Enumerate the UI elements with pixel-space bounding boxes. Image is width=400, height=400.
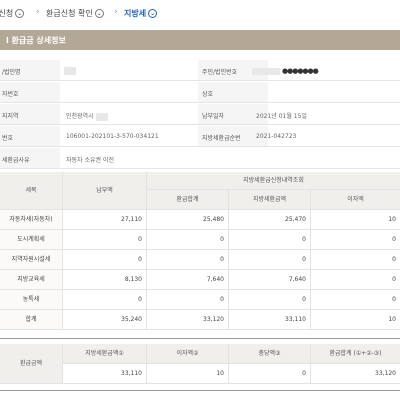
addr-value: 인천광역시 <box>66 111 108 121</box>
table-cell-total: 0 <box>146 290 228 310</box>
refund-summary-table: 환급금액 지방세환급액① 이자액② 충당액③ 환급합계 (①+②-③) 33,1… <box>0 344 400 386</box>
chevron-down-icon[interactable]: ⌄ <box>94 9 104 18</box>
table-cell-name: 도시계획세 <box>0 230 62 250</box>
table-cell-name: 합계 <box>0 310 62 330</box>
divider <box>0 390 400 391</box>
summary-value-offset: 0 <box>228 364 310 384</box>
table-cell-interest: 0 <box>310 230 400 250</box>
breadcrumb-item-refund-check[interactable]: 환급신청 확인 ⌄ <box>46 8 104 19</box>
table-cell-total: 0 <box>146 250 228 270</box>
table-cell-interest: 0 <box>310 270 400 290</box>
refund-detail-table: 세목 납부액 지방세환급신청내역조회 환급합계 지방세환급액 이자액 자동차세(… <box>0 172 400 334</box>
table-cell-local: 25,470 <box>228 210 310 230</box>
reason-label: 세환급사유 <box>2 157 30 164</box>
info-row-reason: 세환급사유 자동차 소유권 이전 <box>0 148 400 169</box>
chevron-down-icon[interactable]: ⌄ <box>148 9 158 18</box>
col-total-header: 환급합계 <box>146 190 228 210</box>
summary-value-total: 33,120 <box>310 364 400 384</box>
summary-header-total: 환급합계 (①+②-③) <box>310 344 400 364</box>
col-local-header: 지방세환급액 <box>228 190 310 210</box>
col-tax-header: 세목 <box>0 172 62 210</box>
chevron-right-icon: › <box>36 7 40 17</box>
biz-label: 자번호 <box>2 91 19 98</box>
section-header-bar: l 환급금 상세정보 <box>0 30 400 50</box>
info-row-address: 지지역 인천광역시 납부일자 2021년 01월 15일 <box>0 104 400 125</box>
table-cell-name: 지방교육세 <box>0 270 62 290</box>
breadcrumb-item-local-tax[interactable]: 지방세 ⌄ <box>124 8 158 19</box>
trade-label: 상호 <box>202 91 214 98</box>
pay-date-value: 2021년 01월 15일 <box>256 113 307 120</box>
pay-date-label: 납부일자 <box>202 113 225 120</box>
chevron-down-icon[interactable]: ⌄ <box>15 9 25 18</box>
table-cell-local: 7,640 <box>228 270 310 290</box>
regno-label: 주민/법인번호 <box>202 69 238 76</box>
elec-label: 번호 <box>2 135 14 142</box>
summary-label: 환급금액 <box>0 344 62 384</box>
refund-no-value: 2021-042723 <box>256 133 297 140</box>
info-row-name: /법인명 주민/법인번호 ●●●●●●● <box>0 60 400 81</box>
col-paid-header: 납부액 <box>62 172 146 210</box>
regno-value: ●●●●●●● <box>252 67 319 75</box>
chevron-right-icon: › <box>114 7 118 17</box>
table-cell-total: 33,120 <box>146 310 228 330</box>
table-cell-interest: 0 <box>310 250 400 270</box>
table-cell-interest: 10 <box>310 210 400 230</box>
summary-value-local: 33,110 <box>62 364 146 384</box>
name-value-masked <box>62 67 76 75</box>
table-cell-interest: 0 <box>310 290 400 310</box>
table-cell-local: 33,110 <box>228 310 310 330</box>
refund-no-label: 지방세환급순번 <box>202 135 241 142</box>
table-cell-total: 25,480 <box>146 210 228 230</box>
table-cell-paid: 0 <box>62 290 146 310</box>
reason-value: 자동차 소유권 이전 <box>66 157 114 164</box>
table-cell-paid: 27,110 <box>62 210 146 230</box>
breadcrumb: ·신청⌄ › 환급신청 확인⌄ › 지방세⌄ <box>0 0 400 26</box>
table-cell-paid: 0 <box>62 230 146 250</box>
info-row-biz: 자번호 상호 <box>0 82 400 103</box>
summary-header-interest: 이자액② <box>146 344 228 364</box>
col-group-header: 지방세환급신청내역조회 <box>146 172 400 190</box>
name-label: /법인명 <box>2 69 21 76</box>
table-cell-total: 0 <box>146 230 228 250</box>
table-cell-name: 농특세 <box>0 290 62 310</box>
table-cell-local: 0 <box>228 250 310 270</box>
summary-header-local: 지방세환급액① <box>62 344 146 364</box>
divider <box>0 338 400 339</box>
table-cell-name: 자동차세(자동차) <box>0 210 62 230</box>
table-cell-name: 지역자원시설세 <box>0 250 62 270</box>
addr-label: 지지역 <box>2 113 19 120</box>
table-cell-interest: 10 <box>310 310 400 330</box>
summary-value-interest: 10 <box>146 364 228 384</box>
info-row-elec: 번호 106001-202101-3-570-034121 지방세환급순번 20… <box>0 126 400 147</box>
table-cell-local: 0 <box>228 230 310 250</box>
table-cell-local: 0 <box>228 290 310 310</box>
section-title: l 환급금 상세정보 <box>6 36 66 45</box>
table-cell-paid: 8,130 <box>62 270 146 290</box>
summary-header-offset: 충당액③ <box>228 344 310 364</box>
table-cell-paid: 0 <box>62 250 146 270</box>
breadcrumb-item-apply[interactable]: ·신청⌄ <box>0 8 25 19</box>
table-cell-total: 7,640 <box>146 270 228 290</box>
elec-value: 106001-202101-3-570-034121 <box>66 133 159 140</box>
table-cell-paid: 35,240 <box>62 310 146 330</box>
col-interest-header: 이자액 <box>310 190 400 210</box>
